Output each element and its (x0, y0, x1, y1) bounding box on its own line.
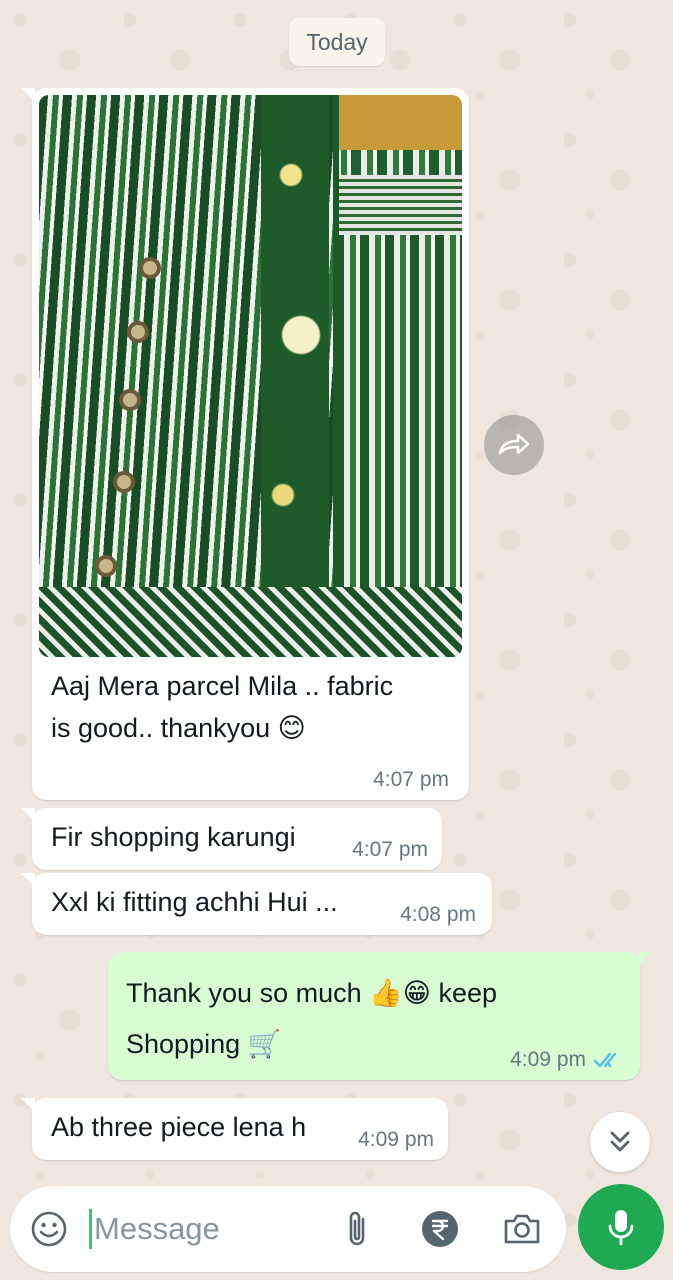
thumbs-up-emoji: 👍 (369, 978, 403, 1009)
scroll-to-bottom-button[interactable] (590, 1112, 650, 1172)
chat-area[interactable]: Today Aaj Mera parcel Mila .. fabric is … (0, 0, 673, 1280)
message-text: Ab three piece lena h (51, 1112, 307, 1142)
payment-button[interactable] (418, 1207, 462, 1251)
voice-message-button[interactable] (578, 1184, 664, 1270)
rupee-payment-icon (422, 1211, 458, 1247)
message-text: Xxl ki fitting achhi Hui ... (51, 887, 338, 917)
attach-icon (349, 1211, 365, 1246)
photo-button (95, 555, 117, 577)
photo-button (139, 257, 161, 279)
emoji-button[interactable] (27, 1207, 71, 1251)
message-time: 4:07 pm (352, 838, 428, 861)
incoming-image-message[interactable]: Aaj Mera parcel Mila .. fabric is good..… (21, 88, 469, 800)
message-text: Fir shopping karungi (51, 822, 296, 852)
message-composer (10, 1186, 566, 1272)
message-time: 4:09 pm (510, 1048, 586, 1071)
photo-button (127, 321, 149, 343)
camera-icon (504, 1214, 540, 1244)
photo-button (119, 389, 141, 411)
message-time: 4:08 pm (400, 903, 476, 926)
text-cursor (89, 1209, 92, 1249)
incoming-message[interactable]: Fir shopping karungi 4:07 pm (21, 808, 442, 870)
read-ticks-icon (594, 1052, 617, 1068)
emoji-icon (31, 1211, 67, 1247)
photo-pants-fabric (332, 175, 462, 655)
message-photo[interactable] (39, 95, 462, 657)
incoming-message[interactable]: Xxl ki fitting achhi Hui ... 4:08 pm (21, 873, 492, 935)
message-time: 4:07 pm (373, 768, 449, 791)
date-label: Today (306, 28, 368, 55)
message-text: Thank you so much 👍😁 keep Shopping 🛒 (126, 978, 497, 1060)
photo-placket (261, 95, 329, 595)
mic-icon (608, 1210, 634, 1246)
camera-button[interactable] (500, 1207, 544, 1251)
message-input[interactable] (94, 1202, 324, 1256)
incoming-message[interactable]: Ab three piece lena h 4:09 pm (21, 1098, 448, 1160)
photo-hem (39, 587, 462, 657)
smiling-face-emoji: 😊 (277, 713, 306, 744)
photo-button (113, 471, 135, 493)
double-chevron-down-icon (610, 1131, 630, 1152)
forward-button[interactable] (484, 415, 544, 475)
grinning-face-emoji: 😁 (402, 978, 431, 1009)
attach-button[interactable] (335, 1207, 379, 1251)
message-text: Aaj Mera parcel Mila .. fabric is good..… (51, 671, 394, 744)
message-time: 4:09 pm (358, 1128, 434, 1151)
date-separator: Today (289, 18, 385, 66)
shopping-cart-emoji: 🛒 (247, 1029, 282, 1060)
outgoing-message[interactable]: Thank you so much 👍😁 keep Shopping 🛒 4:0… (108, 952, 651, 1080)
forward-icon (498, 433, 530, 455)
